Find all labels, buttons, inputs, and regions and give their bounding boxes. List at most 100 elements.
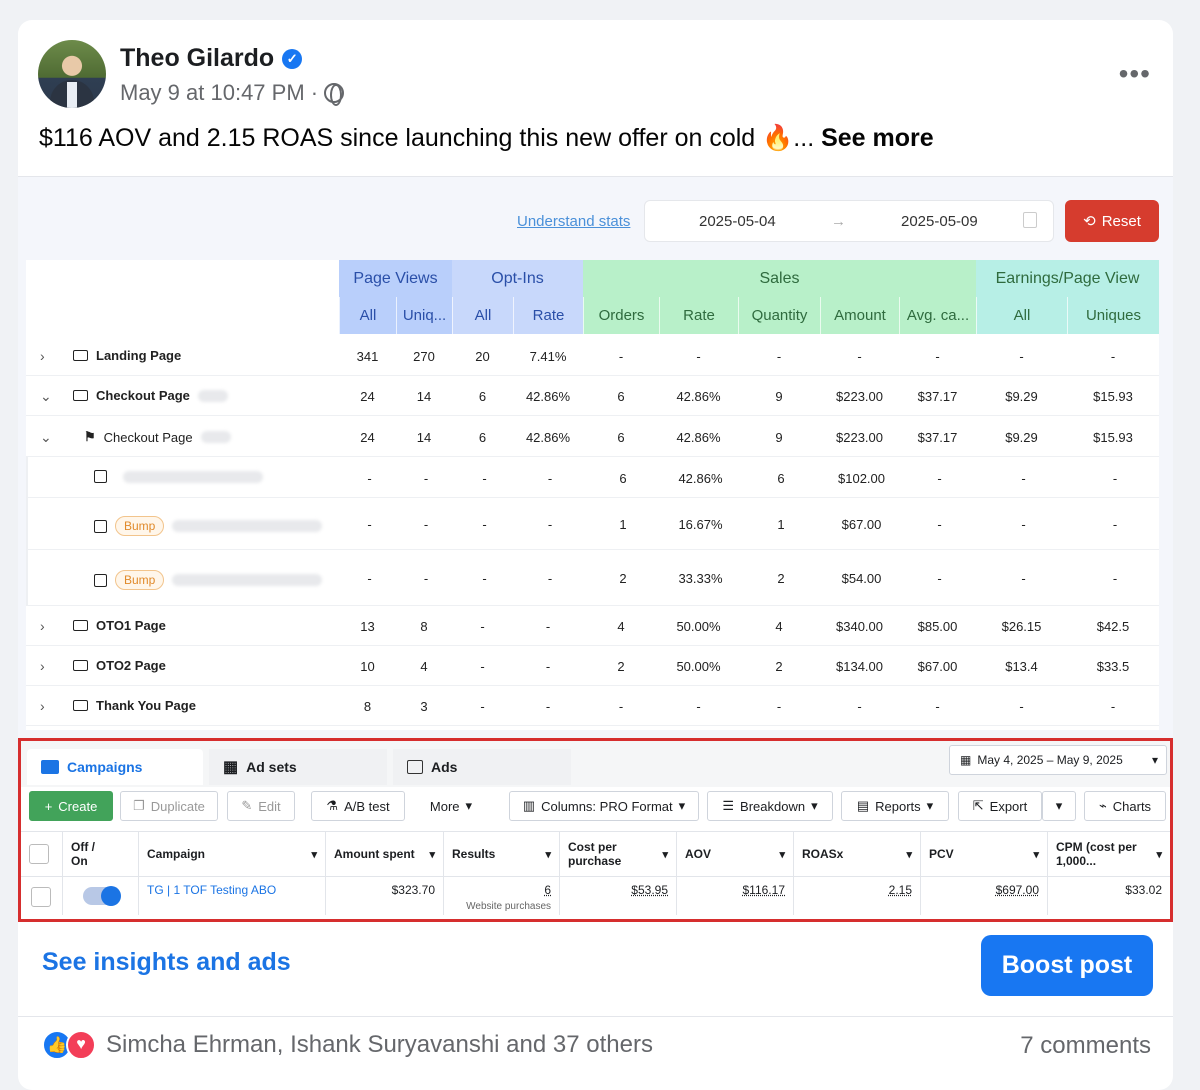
header-roas[interactable]: ROASx [794,832,921,876]
tab-campaigns[interactable]: Campaigns [27,749,203,785]
see-more-link[interactable]: See more [821,124,934,152]
stats-cell: - [1021,471,1026,486]
header-amount-spent[interactable]: Amount spent [326,832,444,876]
charts-button[interactable]: ⌁ Charts [1084,791,1166,821]
cell-aov: $116.17 [677,877,794,915]
col-header-5[interactable]: Rate [659,297,738,334]
create-button[interactable]: + Create [29,791,113,821]
chevron-right-icon[interactable]: › [40,348,45,364]
export-dropdown[interactable]: ▾ [1042,791,1076,821]
boost-post-button[interactable]: Boost post [981,935,1153,996]
stats-cell: - [367,471,372,486]
stats-cell: - [618,349,624,364]
stats-row[interactable]: › Thank You Page 8 3 - - - - - - - - - [26,686,1159,726]
redacted-text [172,520,323,532]
col-header-0[interactable]: All [339,297,396,334]
header-aov[interactable]: AOV [677,832,794,876]
post-timestamp[interactable]: May 9 at 10:47 PM · [120,80,345,106]
stats-row[interactable]: › OTO2 Page 10 4 - - 2 50.00% 2 $134.00 $67.00 $13.… [26,646,1159,686]
stats-row[interactable]: › Landing Page 341 270 20 7.41% - - - - - - - [26,336,1159,376]
stats-cell: - [935,349,940,364]
stats-cell: 6 [478,389,487,404]
date-to: 2025-05-09 [901,213,978,230]
chevron-down-icon[interactable]: ⌄ [40,429,52,446]
stats-cell: - [547,471,553,486]
header-campaign[interactable]: Campaign [139,832,326,876]
stats-row[interactable]: ⌄ Checkout Page 24 14 6 42.86% 6 42.86% 9 $223.00… [26,376,1159,416]
envelope-icon [73,700,88,711]
edit-button[interactable]: ✎ Edit [227,791,295,821]
col-header-3[interactable]: Rate [513,297,583,334]
see-insights-link[interactable]: See insights and ads [42,948,291,977]
col-header-9[interactable]: All [976,297,1067,334]
row-label: Bump [94,516,323,536]
stats-cell: - [618,699,624,714]
row-label: Bump [94,570,323,590]
duplicate-button[interactable]: ❐ Duplicate [120,791,218,821]
col-header-4[interactable]: Orders [583,297,659,334]
stats-row[interactable]: ⌄ ⚑ Checkout Page 24 14 6 42.86% 6 42.86% 9 $223.0… [26,416,1159,457]
stats-row[interactable]: Bump - - - - 1 16.67% 1 $67.00 - - - [26,498,1159,550]
avatar[interactable] [38,40,106,108]
col-header-8[interactable]: Avg. ca... [899,297,976,334]
reports-button[interactable]: ▤ Reports ▾ [841,791,949,821]
stats-row[interactable]: Bump - - - - 2 33.33% 2 $54.00 - - - [26,550,1159,606]
chevron-right-icon[interactable]: › [40,658,45,674]
post-text: $116 AOV and 2.15 ROAS since launching t… [39,124,934,152]
tab-ad-sets[interactable]: ▦ Ad sets [209,749,387,785]
header-cpm[interactable]: CPM (cost per 1,000... [1048,832,1170,876]
campaign-name-link[interactable]: TG | 1 TOF Testing ABO [139,877,326,915]
header-pcv[interactable]: PCV [921,832,1048,876]
stats-cell: 42.86% [678,471,723,486]
stats-cell: 2 [775,659,783,674]
tab-ads[interactable]: Ads [393,749,571,785]
stats-row[interactable]: › OTO1 Page 13 8 - - 4 50.00% 4 $340.00 $85.00 $26.… [26,606,1159,646]
col-header-2[interactable]: All [452,297,513,334]
stats-row[interactable]: - - - - 6 42.86% 6 $102.00 - - - [26,457,1159,498]
campaign-toggle[interactable] [63,877,139,915]
copy-icon: ❐ [133,798,145,813]
envelope-icon [73,620,88,631]
stats-cell: $9.29 [1005,389,1038,404]
header-cost-per-purchase[interactable]: Cost per purchase [560,832,677,876]
reports-icon: ▤ [856,798,870,813]
row-name: Thank You Page [96,698,196,713]
ads-manager-panel: Campaigns ▦ Ad sets Ads ▦ May 4, 2025 – Ma… [18,738,1173,922]
stats-cell: 14 [416,430,432,445]
col-header-7[interactable]: Amount [820,297,899,334]
chevron-down-icon[interactable]: ⌄ [40,388,52,405]
stats-cell: 42.86% [525,389,571,404]
bag-icon [94,573,107,587]
chevron-right-icon[interactable]: › [40,698,45,714]
more-button[interactable]: More ▾ [413,791,489,821]
ab-test-button[interactable]: ⚗ A/B test [311,791,405,821]
stats-cell: 42.86% [676,389,721,404]
chevron-right-icon[interactable]: › [40,618,45,634]
header-results[interactable]: Results [444,832,560,876]
redacted-text [197,389,228,402]
select-all-checkbox[interactable] [21,832,63,876]
date-from: 2025-05-04 [699,213,776,230]
date-range-picker[interactable]: 2025-05-04 → 2025-05-09 [644,200,1054,242]
stats-cell: 6 [777,471,785,486]
understand-stats-link[interactable]: Understand stats [517,213,630,230]
ads-date-range[interactable]: ▦ May 4, 2025 – May 9, 2025 ▾ [949,745,1167,775]
stats-cell: - [547,517,553,532]
col-header-10[interactable]: Uniques [1067,297,1159,334]
row-checkbox[interactable] [21,877,63,915]
row-name: OTO1 Page [96,618,166,633]
author-name[interactable]: Theo Gilardo ✓ [120,44,303,73]
columns-button[interactable]: ▥ Columns: PRO Format ▾ [509,791,699,821]
col-header-6[interactable]: Quantity [738,297,820,334]
export-button[interactable]: ⇱ Export [958,791,1042,821]
breakdown-button[interactable]: ☰ Breakdown ▾ [707,791,833,821]
reactions-summary[interactable]: 👍 ♥ Simcha Ehrman, Ishank Suryavanshi and … [42,1030,653,1060]
comments-count[interactable]: 7 comments [1020,1032,1151,1060]
envelope-icon [73,350,88,361]
col-header-1[interactable]: Uniq... [396,297,452,334]
stats-cell: $340.00 [836,619,883,634]
reset-button[interactable]: ⟲ Reset [1065,200,1159,242]
stats-cell: - [937,571,942,586]
post-menu-icon[interactable]: ••• [1119,58,1151,90]
stats-cell: - [1021,517,1026,532]
